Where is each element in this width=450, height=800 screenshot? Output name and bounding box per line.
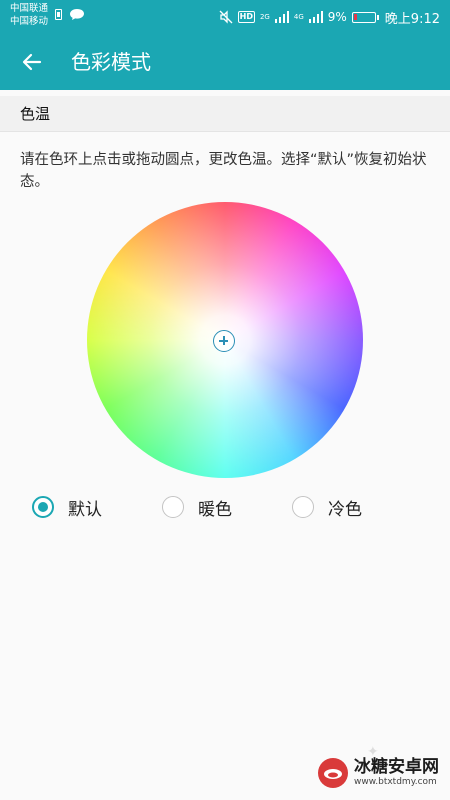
watermark-url: www.btxtdmy.com: [354, 777, 437, 787]
crosshair-plus-icon[interactable]: [213, 330, 235, 352]
network-2: 4G: [293, 13, 304, 21]
watermark-logo-icon: [318, 758, 348, 788]
option-label: 暖色: [198, 499, 232, 520]
watermark: 冰糖安卓网 www.btxtdmy.com: [318, 758, 439, 788]
sim-card-icon: [55, 9, 62, 20]
radio-cool[interactable]: [292, 496, 314, 518]
clock: 晚上9:12: [384, 11, 440, 27]
hd-badge: HD: [237, 11, 255, 23]
status-right: HD 2G 4G 9% 晚上9:12: [219, 0, 440, 34]
radio-warm[interactable]: [162, 496, 184, 518]
status-bar: 中国联通 中国移动 HD 2G 4G 9% 晚上9:12: [0, 0, 450, 34]
option-label: 默认: [68, 499, 102, 520]
option-cool[interactable]: 冷色: [292, 490, 362, 524]
network-1: 2G: [259, 13, 270, 21]
radio-default[interactable]: [32, 496, 54, 518]
section-header: 色温: [0, 96, 450, 132]
watermark-text: 冰糖安卓网 www.btxtdmy.com: [354, 758, 439, 788]
message-icon: [70, 9, 84, 20]
carrier-1: 中国联通: [10, 3, 49, 14]
instruction-text: 请在色环上点击或拖动圆点，更改色温。选择“默认”恢复初始状态。: [20, 152, 427, 190]
section-title: 色温: [20, 105, 51, 123]
signal-icon: [274, 11, 289, 23]
carrier-info: 中国联通 中国移动: [10, 2, 48, 28]
battery-percent: 9%: [327, 10, 347, 24]
watermark-title: 冰糖安卓网: [354, 757, 439, 777]
signal-icon: [308, 11, 323, 23]
option-label: 冷色: [328, 499, 362, 520]
page-title: 色彩模式: [71, 50, 151, 74]
battery-icon: [351, 11, 379, 23]
option-warm[interactable]: 暖色: [162, 490, 232, 524]
app-bar: 色彩模式: [0, 34, 450, 90]
back-button[interactable]: [10, 42, 54, 82]
option-default[interactable]: 默认: [32, 490, 102, 524]
arrow-left-icon: [22, 53, 42, 71]
carrier-2: 中国移动: [10, 16, 49, 27]
mouth-icon: [324, 769, 342, 779]
mute-icon: [219, 10, 233, 24]
